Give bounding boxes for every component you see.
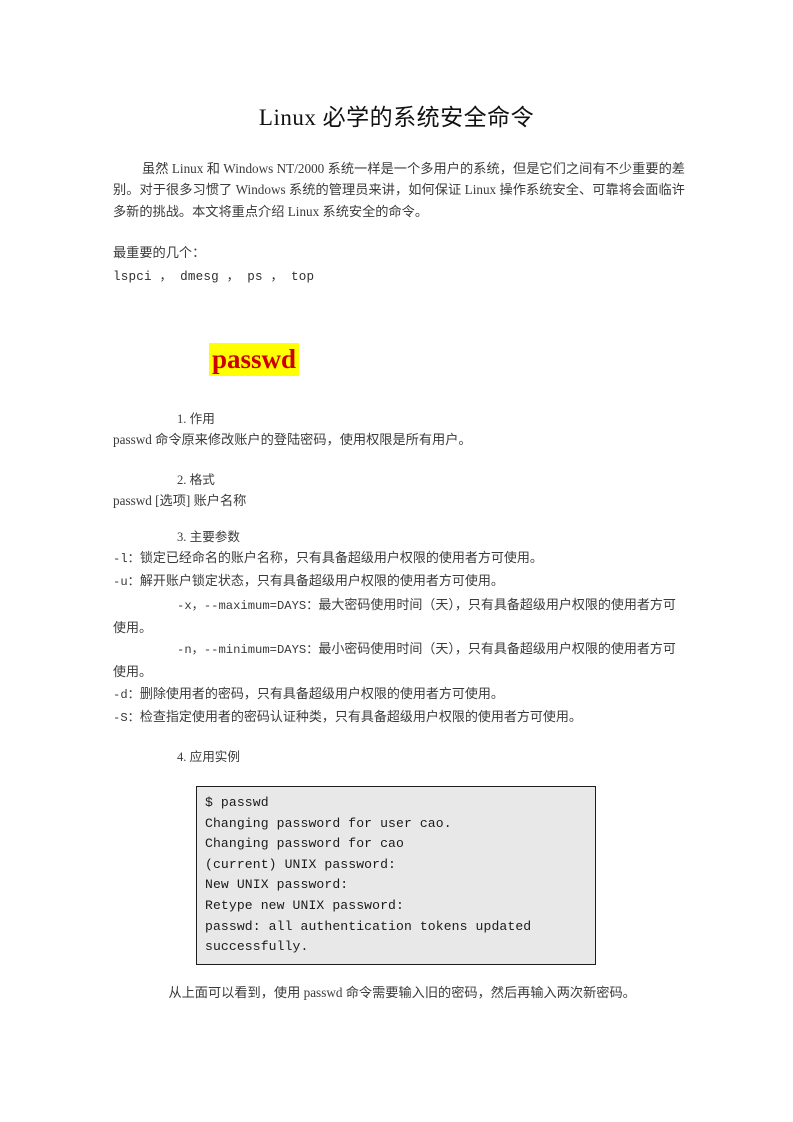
important-commands-label: 最重要的几个： bbox=[113, 245, 206, 260]
parameter-item: -x，--maximum=DAYS：最大密码使用时间（天），只有具备超级用户权限… bbox=[113, 594, 685, 639]
closing-block: 从上面可以看到，使用 passwd 命令需要输入旧的密码，然后再输入两次新密码。 bbox=[113, 982, 685, 1003]
section-1-body: passwd 命令原来修改账户的登陆密码，使用权限是所有用户。 bbox=[113, 432, 472, 447]
parameter-item: -l：锁定已经命名的账户名称，只有具备超级用户权限的使用者方可使用。 bbox=[113, 547, 685, 570]
parameter-item: -n，--minimum=DAYS：最小密码使用时间（天），只有具备超级用户权限… bbox=[113, 638, 685, 683]
section-3-heading: 3. 主要参数 bbox=[177, 530, 240, 544]
section-2-body: passwd [选项] 账户名称 bbox=[113, 493, 247, 508]
parameter-flag: -d： bbox=[113, 687, 140, 702]
parameter-desc: 解开账户锁定状态，只有具备超级用户权限的使用者方可使用。 bbox=[139, 573, 504, 589]
parameter-desc: 删除使用者的密码，只有具备超级用户权限的使用者方可使用。 bbox=[139, 685, 504, 701]
section-1-heading: 1. 作用 bbox=[177, 412, 215, 426]
section-4-heading: 4. 应用实例 bbox=[177, 750, 240, 764]
document-page: Linux 必学的系统安全命令 虽然 Linux 和 Windows NT/20… bbox=[0, 0, 793, 1122]
command-heading-passwd: passwd bbox=[209, 343, 300, 376]
parameter-flag: -x，--maximum=DAYS： bbox=[177, 598, 319, 613]
section-2-heading: 2. 格式 bbox=[177, 473, 215, 487]
parameter-item: -u：解开账户锁定状态，只有具备超级用户权限的使用者方可使用。 bbox=[113, 570, 685, 593]
parameter-item: -d：删除使用者的密码，只有具备超级用户权限的使用者方可使用。 bbox=[113, 683, 685, 706]
terminal-output-text: $ passwd Changing password for user cao.… bbox=[205, 795, 532, 955]
intro-paragraph: 虽然 Linux 和 Windows NT/2000 系统一样是一个多用户的系统… bbox=[113, 161, 685, 219]
parameter-item: -S：检查指定使用者的密码认证种类，只有具备超级用户权限的使用者方可使用。 bbox=[113, 706, 685, 729]
parameter-flag: -l： bbox=[113, 552, 140, 566]
section-1-block: 1. 作用 passwd 命令原来修改账户的登陆密码，使用权限是所有用户。 bbox=[113, 409, 685, 450]
important-commands-list: lspci ， dmesg ， ps ， top bbox=[113, 270, 315, 285]
parameter-desc: 检查指定使用者的密码认证种类，只有具备超级用户权限的使用者方可使用。 bbox=[139, 709, 582, 725]
parameter-desc: 锁定已经命名的账户名称，只有具备超级用户权限的使用者方可使用。 bbox=[139, 550, 543, 565]
parameter-flag: -n，--minimum=DAYS： bbox=[177, 643, 319, 658]
terminal-output-box: $ passwd Changing password for user cao.… bbox=[196, 786, 596, 965]
section-2-block: 2. 格式 passwd [选项] 账户名称 bbox=[113, 470, 685, 511]
parameter-flag: -S： bbox=[113, 711, 140, 726]
page-title: Linux 必学的系统安全命令 bbox=[258, 105, 535, 130]
intro-block: 虽然 Linux 和 Windows NT/2000 系统一样是一个多用户的系统… bbox=[113, 158, 685, 222]
command-heading-wrapper: passwd bbox=[209, 343, 300, 376]
parameter-flag: -u： bbox=[113, 575, 140, 590]
parameter-list: -l：锁定已经命名的账户名称，只有具备超级用户权限的使用者方可使用。 -u：解开… bbox=[113, 547, 685, 729]
important-commands-block: 最重要的几个： lspci ， dmesg ， ps ， top bbox=[113, 242, 685, 284]
section-3-block: 3. 主要参数 -l：锁定已经命名的账户名称，只有具备超级用户权限的使用者方可使… bbox=[113, 527, 685, 729]
section-4-block: 4. 应用实例 bbox=[113, 747, 685, 767]
closing-paragraph: 从上面可以看到，使用 passwd 命令需要输入旧的密码，然后再输入两次新密码。 bbox=[168, 985, 636, 1000]
